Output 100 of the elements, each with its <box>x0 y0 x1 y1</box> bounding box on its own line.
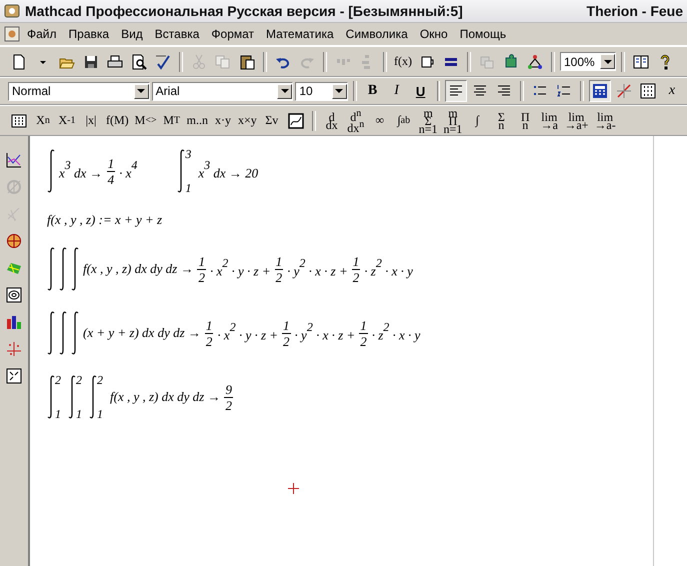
resource-cup-icon <box>419 54 435 70</box>
integral-lower-limit: 1 <box>76 408 83 420</box>
integral-lower-limit: 1 <box>185 182 192 194</box>
crosshair-cursor-icon <box>288 483 299 494</box>
caret-icon <box>39 60 47 64</box>
toolbar-button[interactable]: ∞ <box>368 110 391 132</box>
numerator: 1 <box>198 254 205 268</box>
toolbar-button[interactable]: B <box>362 80 384 102</box>
caret-icon <box>335 89 344 93</box>
toolbar-button[interactable]: x×y <box>236 110 259 132</box>
numerator: 1 <box>283 318 290 332</box>
dropdown-field[interactable]: 10 <box>295 82 348 100</box>
printer-icon <box>107 54 123 70</box>
denominator: 2 <box>359 332 368 348</box>
palette-button[interactable] <box>4 285 24 305</box>
network-icon <box>527 54 543 70</box>
target-plot-icon <box>6 233 22 249</box>
toolbar-button[interactable]: Σn <box>490 110 512 132</box>
scissors-icon <box>191 54 207 70</box>
integral-sign <box>71 246 79 292</box>
toolbar-button[interactable]: I <box>386 80 408 102</box>
menu-item[interactable]: Формат <box>206 25 260 43</box>
menu-item[interactable]: Окно <box>414 25 453 43</box>
toolbar-button[interactable]: x·y <box>212 110 234 132</box>
integral-sign <box>47 148 55 194</box>
menu-item[interactable]: Файл <box>22 25 62 43</box>
menu-item[interactable]: Правка <box>64 25 114 43</box>
graph-toolbar-icon <box>6 152 22 168</box>
app-icon <box>4 3 20 19</box>
toolbar-button[interactable]: m Σ n=1 <box>416 110 440 132</box>
numerator: 1 <box>108 156 114 170</box>
numbered-list-icon <box>556 83 572 99</box>
puzzle-icon <box>503 54 519 70</box>
bar-chart-icon <box>6 314 22 330</box>
caret-icon <box>280 89 289 93</box>
dropdown-field[interactable]: Arial <box>152 82 294 100</box>
toolbar-button[interactable]: lim →a+ <box>562 110 590 132</box>
toolbar-button[interactable]: Π n <box>514 110 536 132</box>
toolbar-button[interactable]: d dx <box>320 110 343 132</box>
numerator: 1 <box>352 254 360 268</box>
denominator: 2 <box>352 268 360 284</box>
dropdown-field[interactable]: 100% <box>560 52 616 71</box>
graph-icon <box>616 83 632 99</box>
toolbar-button[interactable]: ∫ <box>466 110 488 132</box>
palette-button[interactable] <box>4 150 24 170</box>
caret-icon <box>604 60 612 64</box>
integral-sign <box>47 374 55 420</box>
integral-sign <box>89 374 97 420</box>
toolbar-button[interactable]: m Π n=1 <box>442 110 464 132</box>
integral-lower-limit: 1 <box>97 408 104 420</box>
integral-sign <box>59 246 67 292</box>
copy-icon <box>215 54 231 70</box>
toolbar-button[interactable]: U <box>410 80 432 102</box>
new-document-icon <box>11 54 27 70</box>
integral-upper-limit: 2 <box>97 374 104 386</box>
math-expression: f(x , y , z) dx dy dz → <box>83 261 194 277</box>
toolbar-button[interactable] <box>445 80 468 102</box>
book-icon <box>633 54 649 70</box>
toolbar-button[interactable]: m..n <box>184 110 210 132</box>
toolbar-button[interactable] <box>588 80 611 102</box>
integral-upper-limit: 3 <box>185 148 192 160</box>
integral-sign <box>177 148 186 194</box>
matrix-icon <box>640 83 656 99</box>
calculator-icon <box>592 83 608 99</box>
toolbar-button[interactable]: x <box>660 80 683 102</box>
toolbar-button[interactable]: f(M) <box>104 110 131 132</box>
toolbar-button[interactable]: d$^{n}$ dx$^{n}$ <box>344 110 367 132</box>
integral-sign <box>71 310 79 356</box>
menu-item[interactable]: Вид <box>116 25 148 43</box>
align-top-icon <box>336 58 350 64</box>
math-expression: (x + y + z) dx dy dz → <box>83 325 201 341</box>
caret-icon <box>137 89 146 93</box>
integral-upper-limit: 2 <box>76 374 83 386</box>
menu-item[interactable]: Помощь <box>454 25 512 43</box>
toolbar-button[interactable]: Σv <box>260 110 283 132</box>
palette-button[interactable] <box>4 366 24 386</box>
denominator: 2 <box>274 268 284 284</box>
toolbar-button[interactable]: |x| <box>80 110 102 132</box>
document-icon <box>4 26 20 42</box>
toolbar-button[interactable]: lim →a- <box>592 110 618 132</box>
menu-item[interactable]: Математика <box>261 25 339 43</box>
denominator: 2 <box>224 396 233 412</box>
dropdown-field[interactable]: Normal <box>8 82 150 100</box>
math-expression: f(x , y , z) := x + y + z <box>47 212 162 228</box>
clipboard-icon <box>239 54 255 70</box>
window-title: Therion - Feue <box>586 3 683 19</box>
integral-sign <box>47 310 55 356</box>
denominator: 2 <box>204 332 214 348</box>
numerator: 1 <box>360 318 367 332</box>
toolbar-button[interactable]: f(x) <box>392 50 414 72</box>
matrix-icon <box>11 112 27 128</box>
menu-item[interactable]: Вставка <box>150 25 204 43</box>
numerator: 1 <box>276 254 282 268</box>
denominator: 2 <box>282 332 291 348</box>
print-preview-icon <box>131 54 147 70</box>
numerator: 1 <box>206 318 212 332</box>
math-expression: f(x , y , z) dx dy dz → <box>110 389 220 405</box>
toolbar-button[interactable]: lim →a <box>538 110 560 132</box>
contour-plot-icon <box>6 287 22 303</box>
menu-item[interactable]: Символика <box>340 25 413 43</box>
